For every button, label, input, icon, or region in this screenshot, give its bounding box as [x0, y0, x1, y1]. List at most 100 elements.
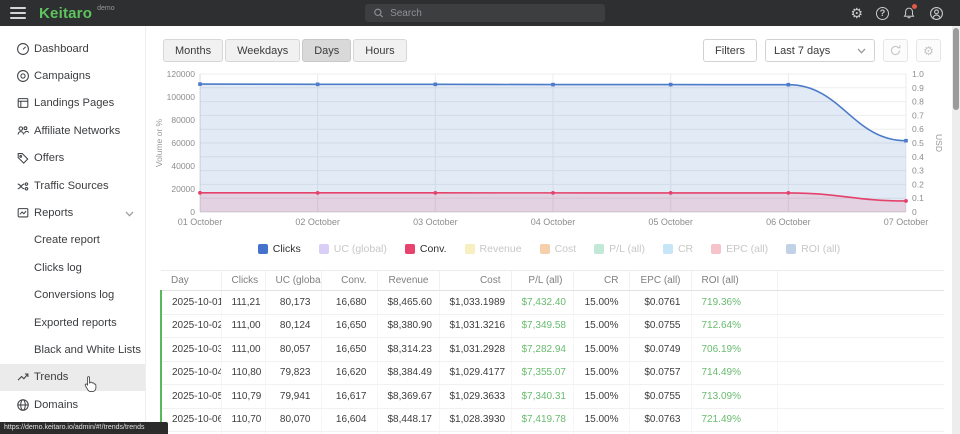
search-box[interactable]	[365, 4, 605, 22]
column-header-p-l-all[interactable]: P/L (all)	[511, 271, 573, 291]
svg-text:04 October: 04 October	[531, 217, 576, 227]
table-cell: $1,028.3930	[439, 408, 511, 432]
tab-weekdays[interactable]: Weekdays	[225, 39, 300, 62]
sidebar-item-exported-reports[interactable]: Exported reports	[0, 309, 145, 336]
search-icon	[373, 7, 384, 19]
sidebar-item-dashboard[interactable]: Dashboard	[0, 35, 145, 62]
table-cell-filler	[777, 408, 944, 432]
sidebar-item-reports[interactable]: Reports	[0, 199, 145, 226]
column-header-day[interactable]: Day	[161, 271, 221, 291]
legend-swatch	[319, 244, 329, 254]
table-cell: 2025-10-06	[161, 408, 221, 432]
column-header-conv[interactable]: Conv.	[321, 271, 377, 291]
legend-swatch	[258, 244, 268, 254]
svg-text:20000: 20000	[171, 184, 195, 194]
column-header-clicks[interactable]: Clicks	[221, 271, 265, 291]
menu-icon[interactable]	[10, 4, 26, 22]
sidebar-item-black-and-white-lists[interactable]: Black and White Lists	[0, 336, 145, 363]
table-cell: 110,79	[221, 385, 265, 409]
chart-settings-button[interactable]: ⚙	[916, 39, 941, 62]
column-header-cost[interactable]: Cost	[439, 271, 511, 291]
table-cell-filler	[777, 338, 944, 362]
sidebar-item-conversions-log[interactable]: Conversions log	[0, 282, 145, 309]
svg-text:60000: 60000	[171, 138, 195, 148]
search-input[interactable]	[390, 8, 597, 19]
top-bar: Keitaro demo ⚙ ?	[0, 0, 960, 26]
table-cell: 110,70	[221, 408, 265, 432]
legend-item-p-l-all[interactable]: P/L (all)	[594, 243, 645, 255]
svg-text:0.3: 0.3	[912, 166, 924, 176]
legend-item-clicks[interactable]: Clicks	[258, 243, 301, 255]
tab-days[interactable]: Days	[302, 39, 351, 62]
table-cell: $1,031.2928	[439, 338, 511, 362]
sidebar-item-traffic-sources[interactable]: Traffic Sources	[0, 172, 145, 199]
scrollbar[interactable]	[952, 26, 960, 434]
legend-item-revenue[interactable]: Revenue	[465, 243, 522, 255]
table-cell-filler	[777, 291, 944, 315]
trends-chart: 02000040000600008000010000012000000.10.2…	[148, 68, 948, 236]
svg-text:0.7: 0.7	[912, 110, 924, 120]
legend-item-roi-all[interactable]: ROI (all)	[786, 243, 840, 255]
table-cell: 721.49%	[691, 408, 777, 432]
sidebar-item-clicks-log[interactable]: Clicks log	[0, 254, 145, 281]
users-icon	[16, 124, 34, 138]
legend-label: UC (global)	[334, 243, 387, 255]
tab-months[interactable]: Months	[163, 39, 223, 62]
legend-swatch	[465, 244, 475, 254]
sidebar-item-create-report[interactable]: Create report	[0, 227, 145, 254]
sidebar-item-campaigns[interactable]: Campaigns	[0, 62, 145, 89]
sidebar-item-domains[interactable]: Domains	[0, 391, 145, 418]
legend-swatch	[405, 244, 415, 254]
settings-gear-icon[interactable]: ⚙	[850, 6, 863, 20]
legend-item-epc-all[interactable]: EPC (all)	[711, 243, 768, 255]
date-range-value: Last 7 days	[774, 45, 830, 57]
sidebar-item-affiliate-networks[interactable]: Affiliate Networks	[0, 117, 145, 144]
sidebar-item-offers[interactable]: Offers	[0, 145, 145, 172]
table-row[interactable]: 2025-10-05110,7979,94116,617$8,369.67$1,…	[161, 385, 944, 409]
notifications-bell-icon[interactable]	[902, 6, 916, 20]
tab-hours[interactable]: Hours	[353, 39, 406, 62]
table-row[interactable]: 2025-10-01111,2180,17316,680$8,465.60$1,…	[161, 291, 944, 315]
column-header-roi-all[interactable]: ROI (all)	[691, 271, 777, 291]
sidebar-item-label: Reports	[34, 207, 73, 219]
user-account-icon[interactable]	[929, 6, 944, 21]
table-row[interactable]: 2025-10-06110,7080,07016,604$8,448.17$1,…	[161, 408, 944, 432]
table-row[interactable]: 2025-10-04110,8079,82316,620$8,384.49$1,…	[161, 361, 944, 385]
legend-item-conv[interactable]: Conv.	[405, 243, 447, 255]
svg-text:0.1: 0.1	[912, 193, 924, 203]
column-header-revenue[interactable]: Revenue	[377, 271, 439, 291]
legend-item-cost[interactable]: Cost	[540, 243, 577, 255]
table-row[interactable]: 2025-10-03111,0080,05716,650$8,314.23$1,…	[161, 338, 944, 362]
sidebar-item-landings-pages[interactable]: Landings Pages	[0, 90, 145, 117]
legend-label: Cost	[555, 243, 577, 255]
refresh-button[interactable]	[883, 39, 908, 62]
table-cell: 16,680	[321, 291, 377, 315]
date-range-select[interactable]: Last 7 days	[765, 39, 875, 62]
table-cell: $8,448.17	[377, 408, 439, 432]
table-cell: $1,031.3216	[439, 314, 511, 338]
table-cell: 111,00	[221, 338, 265, 362]
table-cell: 714.49%	[691, 361, 777, 385]
scrollbar-thumb[interactable]	[953, 28, 959, 110]
table-cell-filler	[777, 314, 944, 338]
sidebar-item-trends[interactable]: Trends	[0, 364, 145, 391]
column-header-uc-global[interactable]: UC (global)	[265, 271, 321, 291]
legend-item-uc-global[interactable]: UC (global)	[319, 243, 387, 255]
filters-button[interactable]: Filters	[703, 39, 757, 62]
help-icon[interactable]: ?	[876, 7, 889, 20]
table-row[interactable]: 2025-10-02111,0080,12416,650$8,380.90$1,…	[161, 314, 944, 338]
column-header-cr[interactable]: CR	[573, 271, 629, 291]
column-header-epc-all[interactable]: EPC (all)	[629, 271, 691, 291]
data-table: DayClicksUC (global)Conv.RevenueCostP/L …	[160, 270, 944, 434]
table-cell: 2025-10-02	[161, 314, 221, 338]
table-cell: 80,124	[265, 314, 321, 338]
table-cell: $8,384.49	[377, 361, 439, 385]
svg-text:USD: USD	[934, 134, 944, 152]
table-cell: 713.09%	[691, 385, 777, 409]
legend-label: EPC (all)	[726, 243, 768, 255]
table-cell: $1,033.1989	[439, 291, 511, 315]
logo[interactable]: Keitaro	[39, 5, 92, 22]
legend-item-cr[interactable]: CR	[663, 243, 693, 255]
sidebar: DashboardCampaignsLandings PagesAffiliat…	[0, 26, 146, 434]
table-cell: 16,620	[321, 361, 377, 385]
